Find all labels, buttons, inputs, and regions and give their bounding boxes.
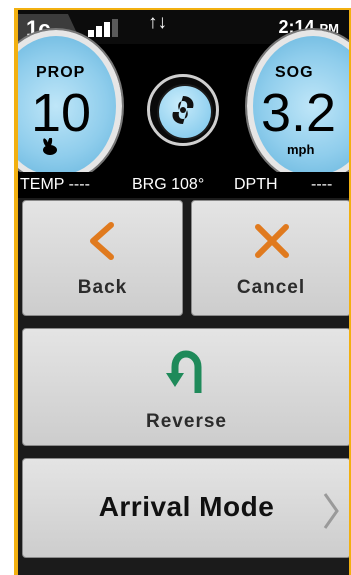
prop-value: 10 (31, 83, 92, 143)
back-label: Back (77, 277, 128, 298)
reverse-button[interactable]: Reverse (22, 328, 349, 446)
back-button[interactable]: Back (22, 200, 183, 316)
sog-value: 3.2 (261, 83, 337, 143)
prop-label: PROP (36, 64, 86, 81)
rabbit-icon (40, 137, 60, 161)
reverse-label: Reverse (146, 411, 227, 432)
sog-label: SOG (275, 64, 314, 81)
prop-gauge: PROP 10 (18, 30, 122, 182)
temp-readout: TEMP ---- (20, 176, 90, 193)
chevron-left-icon (83, 221, 123, 266)
readout-strip: TEMP ---- BRG 108° DPTH ---- (18, 172, 349, 198)
depth-value: ---- (311, 176, 333, 193)
sog-gauge: SOG 3.2 mph (247, 30, 349, 182)
signal-icon (88, 19, 122, 37)
bearing-readout: BRG 108° (132, 176, 205, 193)
cancel-label: Cancel (236, 277, 306, 298)
compass-face (157, 84, 213, 140)
u-turn-arrow-icon (166, 349, 210, 400)
arrival-mode-label: Arrival Mode (98, 491, 275, 522)
close-x-icon (252, 221, 292, 266)
screen: 1c ↑↓ 2:14 PM PROP 10 SOG 3.2 mph TEMP -… (18, 10, 349, 575)
chevron-right-icon (322, 491, 340, 541)
instrument-cluster: PROP 10 SOG 3.2 mph (18, 30, 349, 182)
data-arrows-icon: ↑↓ (148, 12, 167, 33)
depth-label: DPTH (234, 176, 278, 193)
cancel-button[interactable]: Cancel (191, 200, 349, 316)
steering-compass-icon[interactable] (147, 74, 219, 146)
sog-unit: mph (287, 142, 315, 157)
arrival-mode-button[interactable]: Arrival Mode (22, 458, 349, 558)
